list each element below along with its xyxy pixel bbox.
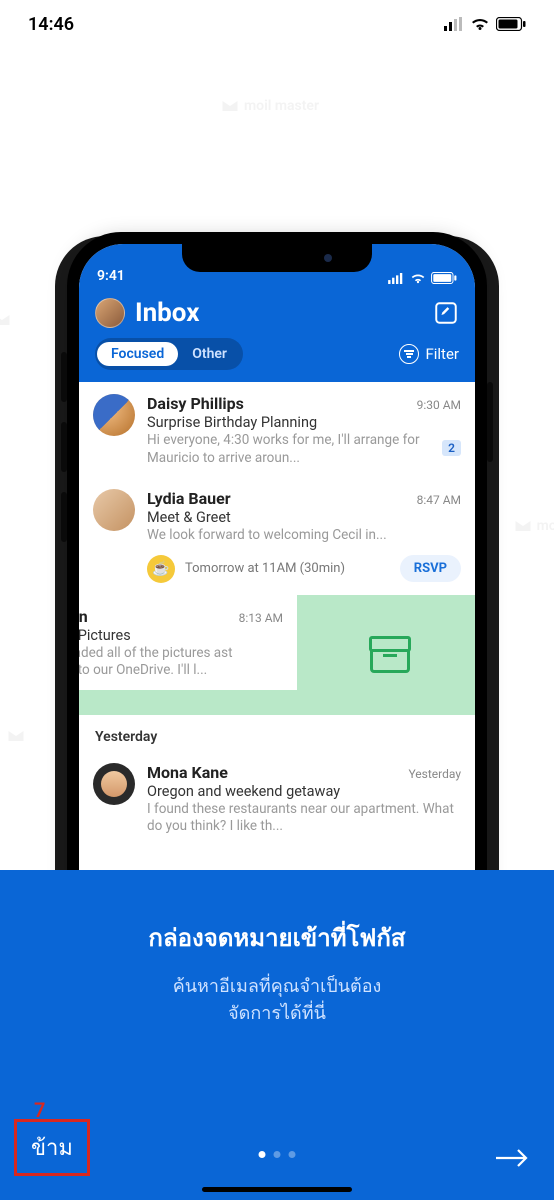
filter-button[interactable]: Filter xyxy=(399,344,459,364)
home-indicator xyxy=(202,1187,352,1192)
page-dot xyxy=(259,1151,266,1158)
page-dot xyxy=(289,1151,296,1158)
sender-avatar xyxy=(93,489,135,531)
onboarding-heading: กล่องจดหมายเข้าที่โฟกัส xyxy=(30,918,524,957)
next-arrow-icon[interactable] xyxy=(494,1146,530,1170)
device-time: 14:46 xyxy=(28,14,74,35)
section-header-yesterday: Yesterday xyxy=(79,715,475,751)
onboarding-subtitle: ค้นหาอีเมลที่คุณจำเป็นต้อง จัดการได้ที่น… xyxy=(30,973,524,1027)
message-preview: We look forward to welcoming Cecil in... xyxy=(147,527,461,545)
message-list[interactable]: Daisy Phillips 9:30 AM Surprise Birthday … xyxy=(79,382,475,846)
sender-avatar xyxy=(93,763,135,805)
cellular-icon xyxy=(387,273,405,284)
compose-icon[interactable] xyxy=(433,300,459,326)
filter-label: Filter xyxy=(425,345,459,363)
sender-avatar xyxy=(93,394,135,436)
event-time-text: Tomorrow at 11AM (30min) xyxy=(185,561,390,576)
profile-avatar[interactable] xyxy=(95,298,125,328)
message-item[interactable]: Mona Kane Yesterday Oregon and weekend ge… xyxy=(79,751,475,846)
page-title: Inbox xyxy=(135,298,423,328)
watermark: moil master xyxy=(220,96,319,116)
message-time: Yesterday xyxy=(408,767,461,781)
archive-action[interactable] xyxy=(305,595,475,715)
message-item-swiped[interactable]: te Burton 8:13 AM Bonding Pictures cil, I… xyxy=(79,595,475,715)
tab-other[interactable]: Other xyxy=(178,342,241,366)
archive-icon xyxy=(370,637,410,673)
message-item[interactable]: Lydia Bauer 8:47 AM Meet & Greet We look … xyxy=(79,477,475,549)
message-subject: Oregon and weekend getaway xyxy=(147,783,461,800)
sender-name: Lydia Bauer xyxy=(147,489,231,508)
watermark: moil xyxy=(513,516,554,536)
wifi-icon xyxy=(470,17,490,31)
message-preview: Hi everyone, 4:30 works for me, I'll arr… xyxy=(147,432,461,467)
message-subject: Surprise Birthday Planning xyxy=(147,414,461,431)
rsvp-button[interactable]: RSVP xyxy=(400,555,461,582)
watermark xyxy=(0,310,12,330)
message-preview: I found these restaurants near our apart… xyxy=(147,801,461,836)
phone-notch xyxy=(182,244,372,272)
sender-name: Mona Kane xyxy=(147,763,228,782)
event-chip[interactable]: ☕ Tomorrow at 11AM (30min) RSVP xyxy=(147,555,461,583)
skip-button[interactable]: ข้าม xyxy=(14,1119,90,1176)
inbox-header: Inbox Focused Other Filter xyxy=(79,288,475,382)
page-dot xyxy=(274,1151,281,1158)
sender-name: Daisy Phillips xyxy=(147,394,244,413)
message-preview: cil, I uploaded all of the pictures ast … xyxy=(79,645,283,680)
message-time: 8:47 AM xyxy=(417,493,461,507)
app-status-time: 9:41 xyxy=(97,268,125,284)
device-status-bar: 14:46 xyxy=(0,0,554,48)
page-indicator xyxy=(259,1151,296,1158)
inbox-tab-group: Focused Other xyxy=(95,338,243,370)
cellular-icon xyxy=(444,17,464,31)
message-time: 9:30 AM xyxy=(417,398,461,412)
message-time: 8:13 AM xyxy=(239,611,283,625)
wifi-icon xyxy=(410,273,426,284)
message-item[interactable]: Daisy Phillips 9:30 AM Surprise Birthday … xyxy=(79,382,475,477)
message-subject: Bonding Pictures xyxy=(79,627,283,644)
watermark xyxy=(6,726,26,746)
message-subject: Meet & Greet xyxy=(147,509,461,526)
battery-icon xyxy=(496,17,526,31)
sender-name: te Burton xyxy=(79,607,88,626)
onboarding-panel: กล่องจดหมายเข้าที่โฟกัส ค้นหาอีเมลที่คุณ… xyxy=(0,870,554,1200)
filter-icon xyxy=(399,344,419,364)
battery-icon xyxy=(431,272,457,284)
tab-focused[interactable]: Focused xyxy=(97,342,178,366)
coffee-icon: ☕ xyxy=(147,555,175,583)
unread-badge: 2 xyxy=(442,440,461,456)
